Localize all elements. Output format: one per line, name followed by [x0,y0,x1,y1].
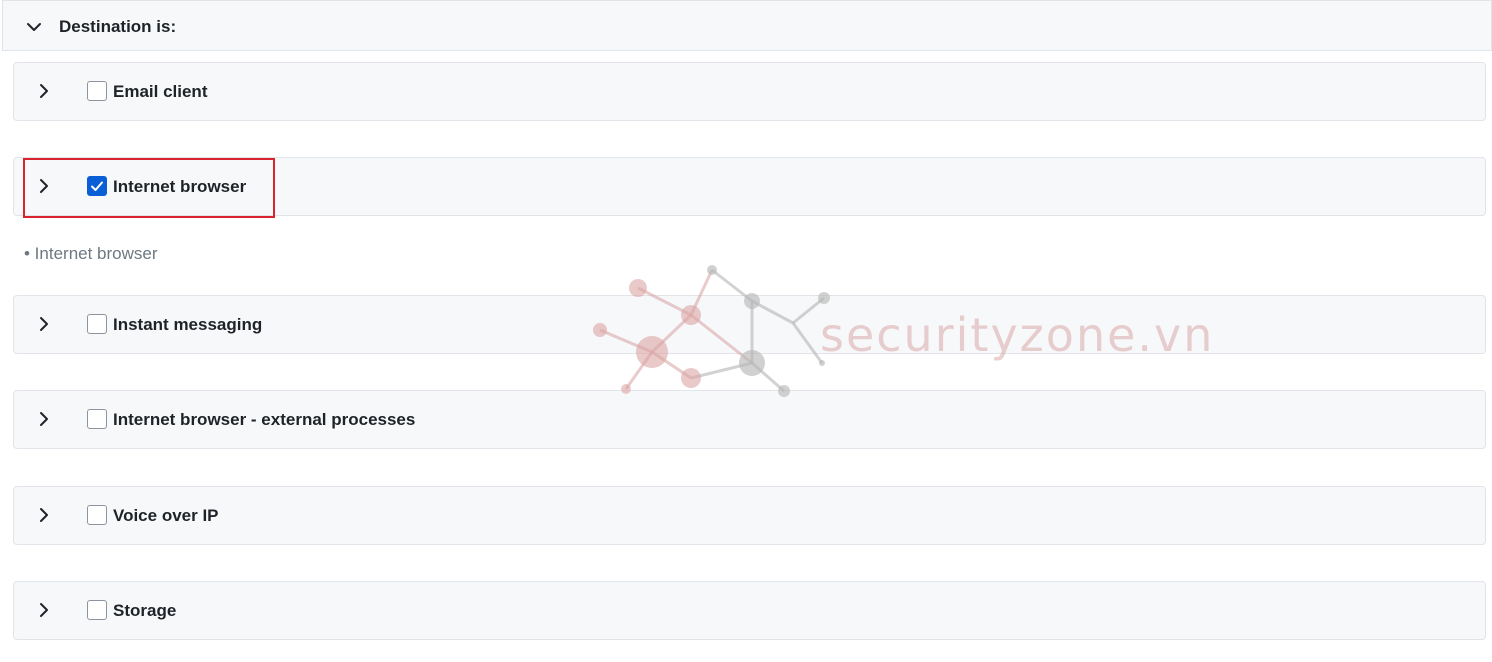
chevron-down-icon[interactable] [25,18,43,36]
row-label: Internet browser - external processes [113,410,416,429]
chevron-right-icon[interactable] [35,601,53,619]
voice-over-ip-checkbox[interactable] [87,505,107,525]
chevron-right-icon[interactable] [35,82,53,100]
internet-browser-external-checkbox[interactable] [87,409,107,429]
section-title: Destination is: [59,17,177,36]
destination-row-email-client[interactable]: Email client [13,62,1486,121]
row-label: Email client [113,82,208,101]
instant-messaging-checkbox[interactable] [87,314,107,334]
destination-section-header[interactable]: Destination is: [2,0,1492,51]
destination-row-storage[interactable]: Storage [13,581,1486,640]
row-label: Storage [113,601,177,620]
highlight-box [23,158,275,218]
chevron-right-icon[interactable] [35,506,53,524]
row-label: Voice over IP [113,506,219,525]
storage-checkbox[interactable] [87,600,107,620]
chevron-right-icon[interactable] [35,315,53,333]
destination-row-instant-messaging[interactable]: Instant messaging [13,295,1486,354]
email-client-checkbox[interactable] [87,81,107,101]
destination-row-voice-over-ip[interactable]: Voice over IP [13,486,1486,545]
row-label: Instant messaging [113,315,263,334]
chevron-right-icon[interactable] [35,410,53,428]
selected-summary: • Internet browser [24,244,158,263]
destination-row-internet-browser-external[interactable]: Internet browser - external processes [13,390,1486,449]
